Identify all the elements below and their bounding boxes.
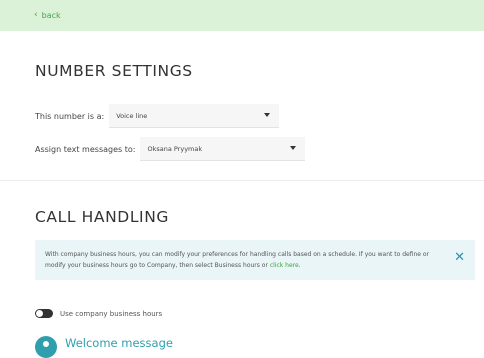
line-type-select[interactable]: Voice line [109,104,280,128]
line-type-row: This number is a: Voice line [35,104,280,128]
info-text-end: . [298,262,301,269]
assign-texts-value: Oksana Pryymak [147,144,203,153]
business-hours-info-banner: With company business hours, you can mod… [35,240,475,280]
click-here-link[interactable]: click here [270,262,299,269]
line-type-label: This number is a: [35,111,105,121]
line-type-value: Voice line [116,111,148,120]
assign-texts-label: Assign text messages to: [35,144,136,154]
toggle-knob [36,310,43,317]
business-hours-toggle-row: Use company business hours [35,309,162,318]
caret-down-icon [264,113,271,117]
business-hours-toggle[interactable] [35,309,53,318]
assign-texts-row: Assign text messages to: Oksana Pryymak [35,137,306,161]
number-settings-title: NUMBER SETTINGS [35,62,193,80]
close-icon[interactable]: ✕ [454,251,465,264]
business-hours-toggle-label: Use company business hours [60,309,163,318]
section-divider [0,180,484,181]
info-text: With company business hours, you can mod… [45,251,430,269]
caret-down-icon [290,146,297,150]
call-handling-title: CALL HANDLING [35,208,170,226]
assign-texts-select[interactable]: Oksana Pryymak [140,137,306,161]
welcome-message-label: Welcome message [65,336,173,350]
welcome-message-section[interactable]: Welcome message [35,336,173,358]
back-label: back [41,11,61,20]
chevron-left-icon: ‹ [34,10,38,20]
message-icon [35,336,57,358]
top-bar: ‹ back [0,0,484,31]
back-link[interactable]: ‹ back [34,10,61,21]
